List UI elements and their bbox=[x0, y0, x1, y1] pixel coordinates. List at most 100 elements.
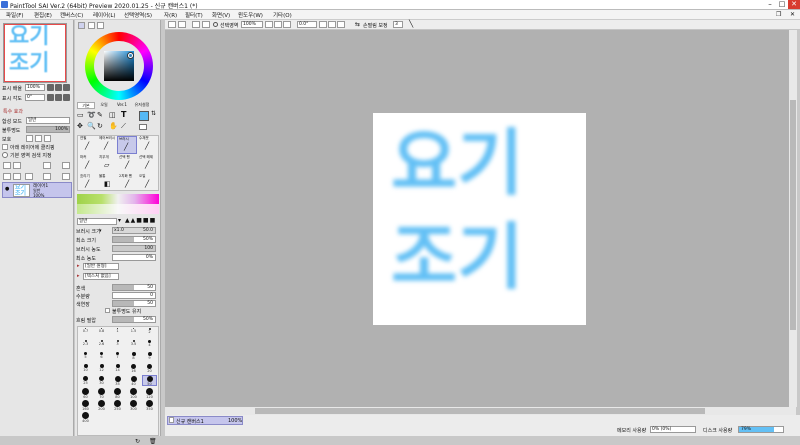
brush-size-preset[interactable]: 40 bbox=[127, 376, 140, 386]
color-swatch-mode-icon[interactable] bbox=[97, 22, 104, 29]
vertical-scroll-thumb[interactable] bbox=[790, 100, 796, 330]
text-tool-icon[interactable]: T bbox=[121, 110, 126, 119]
brush-size-preset[interactable]: 7 bbox=[111, 352, 124, 361]
brush-density-slider[interactable]: 100 bbox=[112, 245, 156, 252]
brush-size-preset[interactable]: 0.7 bbox=[79, 328, 92, 337]
tool-select-pen[interactable]: 선택 펜 bbox=[119, 155, 130, 160]
menu-filter[interactable]: 필터(T) bbox=[185, 11, 203, 19]
clip-checkbox[interactable] bbox=[2, 144, 8, 150]
brush-size-preset[interactable]: 60 bbox=[79, 388, 92, 399]
tool-blur[interactable]: 흐리기 bbox=[80, 174, 90, 179]
lasso-icon[interactable]: ➰ bbox=[87, 111, 96, 119]
brush-size-preset[interactable]: 3 bbox=[111, 340, 124, 349]
primary-color-swatch[interactable] bbox=[139, 111, 149, 121]
menu-window[interactable]: 윈도우(W) bbox=[238, 11, 263, 19]
brush-size-preset[interactable]: 300 bbox=[127, 400, 140, 411]
tool-oil[interactable]: 오일 bbox=[139, 174, 145, 179]
menu-close-icon[interactable]: ✕ bbox=[790, 11, 795, 18]
brush-size-preset[interactable]: 9 bbox=[143, 352, 156, 361]
nav-rotate-reset-button[interactable] bbox=[63, 94, 70, 101]
minimize-button[interactable]: – bbox=[764, 0, 776, 9]
ref-radio[interactable] bbox=[2, 152, 8, 158]
brush-size-preset[interactable]: 1.5 bbox=[127, 328, 140, 337]
angle-field[interactable]: 0.0° bbox=[297, 21, 317, 28]
nav-rotate-left-button[interactable] bbox=[47, 94, 54, 101]
brush-size-preset[interactable]: 5 bbox=[79, 352, 92, 361]
layer-fill-icon[interactable] bbox=[62, 173, 70, 180]
color-wheel[interactable] bbox=[85, 32, 153, 100]
new-layer-icon[interactable] bbox=[3, 162, 11, 169]
brush-size-preset[interactable]: 70 bbox=[95, 388, 108, 399]
nav-zoom-out-button[interactable] bbox=[47, 84, 54, 91]
protect-move-checkbox[interactable] bbox=[44, 135, 51, 142]
rect-select-icon[interactable]: ▭ bbox=[77, 111, 84, 119]
horizontal-scroll-thumb[interactable] bbox=[255, 408, 705, 414]
swap-colors-icon[interactable]: ⇅ bbox=[151, 110, 156, 117]
hand-icon[interactable]: ✋ bbox=[109, 122, 118, 130]
water-slider[interactable]: 0 bbox=[112, 292, 156, 299]
brush-size-preset[interactable]: 0.8 bbox=[95, 328, 108, 337]
new-folder-icon[interactable] bbox=[13, 162, 21, 169]
color-stretch-slider[interactable]: 50 bbox=[112, 300, 156, 307]
rotate-reset-icon[interactable] bbox=[337, 21, 345, 28]
menu-view[interactable]: 화면(V) bbox=[212, 11, 230, 19]
min-density-slider[interactable]: 0% bbox=[112, 254, 156, 261]
brush-mode-dropdown-icon[interactable]: ▾ bbox=[118, 217, 121, 224]
opacity-slider[interactable]: 100% bbox=[26, 126, 70, 133]
tool-bucket[interactable]: 물통 bbox=[99, 174, 105, 179]
zoom-in-icon[interactable] bbox=[274, 21, 282, 28]
color-mix-palette[interactable] bbox=[77, 194, 159, 214]
menu-edit[interactable]: 편집(E) bbox=[34, 11, 52, 19]
mix-slider[interactable]: 50 bbox=[112, 284, 156, 291]
canvas-paper[interactable]: 요기 조기 bbox=[373, 113, 586, 325]
brush-size-preset[interactable]: 400 bbox=[79, 412, 92, 423]
keep-opacity-checkbox[interactable] bbox=[105, 308, 110, 313]
min-size-slider[interactable]: 50% bbox=[112, 236, 156, 243]
layer-visibility-icon[interactable]: ● bbox=[5, 186, 9, 192]
invert-selection-icon[interactable] bbox=[202, 21, 210, 28]
brush-size-preset[interactable]: 12 bbox=[95, 364, 108, 373]
color-tab-user[interactable]: 유저설정 bbox=[131, 102, 153, 109]
move-layer-down-icon[interactable] bbox=[13, 173, 21, 180]
shape-icon[interactable]: ◫ bbox=[109, 111, 116, 119]
brush-size-preset[interactable]: 350 bbox=[143, 400, 156, 411]
tool-airbrush[interactable]: 에어브러시 bbox=[99, 136, 115, 141]
redo-icon[interactable] bbox=[178, 21, 186, 28]
navigator-viewport[interactable] bbox=[4, 24, 66, 82]
brush-presets-delete-icon[interactable]: 🗑 bbox=[149, 438, 157, 445]
nav-angle-field[interactable]: 0° bbox=[25, 94, 45, 101]
brush-size-preset[interactable]: 160 bbox=[79, 400, 92, 411]
protect-paint-checkbox[interactable] bbox=[35, 135, 42, 142]
texture-expand-icon[interactable]: ▸ bbox=[77, 273, 80, 279]
brush-tip-shapes[interactable]: ▲▲■■■ bbox=[125, 217, 156, 224]
brush-size-preset[interactable]: 250 bbox=[111, 400, 124, 411]
tool-eraser[interactable]: 지우개 bbox=[99, 155, 109, 160]
layer-row[interactable]: ● 요기 조기 레이어1 일반 100% bbox=[2, 182, 72, 198]
brush-size-preset[interactable]: 30 bbox=[95, 376, 108, 385]
nav-zoom-reset-button[interactable] bbox=[63, 84, 70, 91]
brush-size-slider[interactable]: x1.0 50.0 bbox=[112, 227, 156, 234]
layer-mask-icon[interactable] bbox=[43, 162, 51, 169]
navigator-preview[interactable]: 요기 조기 bbox=[3, 23, 67, 83]
brush-size-preset[interactable]: 120 bbox=[143, 388, 156, 399]
blend-mode-select[interactable]: 일반 bbox=[26, 117, 70, 124]
effects-section-title[interactable]: 특수 효과 bbox=[3, 108, 23, 115]
brush-size-preset[interactable]: 2 bbox=[143, 328, 156, 337]
brush-size-preset[interactable]: 8 bbox=[127, 352, 140, 361]
color-picker-handle[interactable] bbox=[128, 53, 133, 58]
brush-size-preset[interactable]: 35 bbox=[111, 376, 124, 386]
nav-zoom-in-button[interactable] bbox=[55, 84, 62, 91]
brush-shape-select[interactable]: [일반 원형] bbox=[83, 263, 119, 270]
move-layer-up-icon[interactable] bbox=[3, 173, 11, 180]
color-slider-mode-icon[interactable] bbox=[88, 22, 95, 29]
brush-size-preset[interactable]: 14 bbox=[111, 364, 124, 373]
merge-down-icon[interactable] bbox=[25, 173, 33, 180]
brush-size-preset[interactable]: 20 bbox=[143, 364, 156, 373]
maximize-button[interactable]: □ bbox=[776, 0, 788, 9]
menu-ruler[interactable]: 자(R) bbox=[164, 11, 177, 19]
close-button[interactable]: ✕ bbox=[788, 0, 800, 9]
tool-pencil[interactable]: 연필 bbox=[80, 136, 86, 141]
brush-size-preset[interactable]: 3.5 bbox=[127, 340, 140, 349]
menu-restore-icon[interactable]: ❐ bbox=[776, 11, 781, 18]
brush-size-preset[interactable]: 1 bbox=[111, 328, 124, 337]
